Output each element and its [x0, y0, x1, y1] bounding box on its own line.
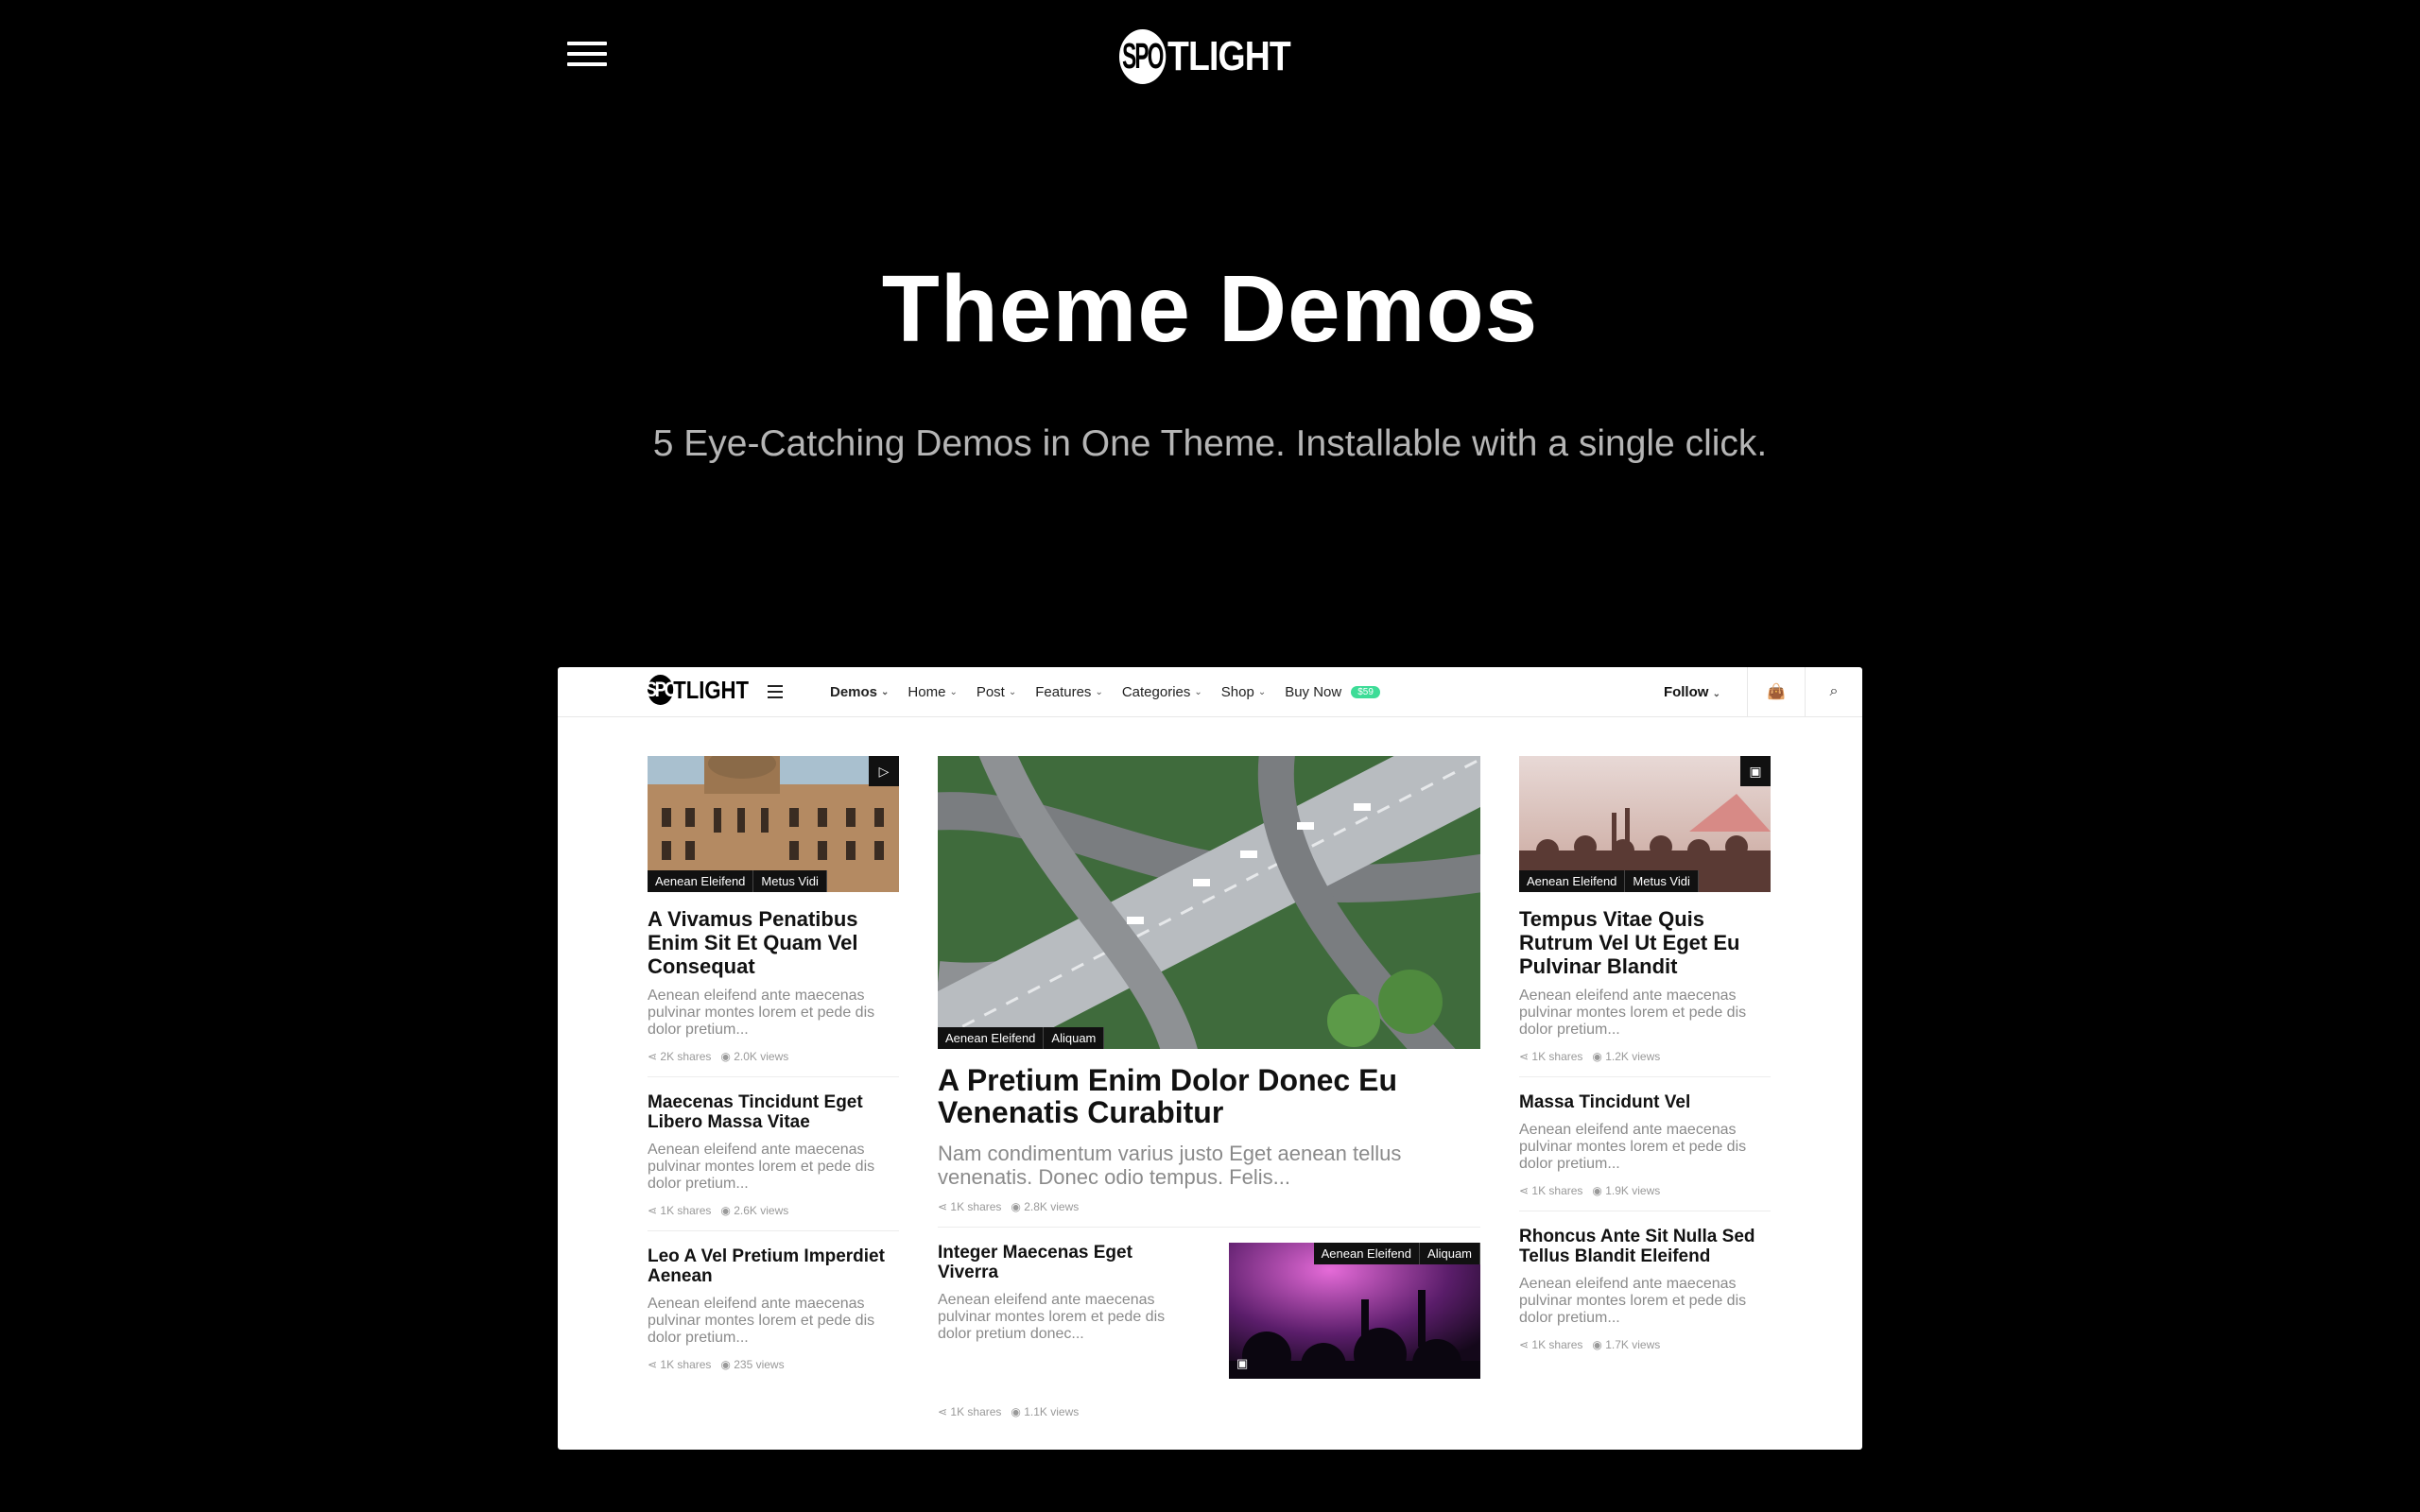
article-excerpt: Aenean eleifend ante maecenas pulvinar m…	[648, 988, 875, 1038]
tag[interactable]: Aenean Eleifend	[1519, 870, 1626, 892]
page-title: Theme Demos	[881, 256, 1539, 362]
tag[interactable]: Aenean Eleifend	[938, 1027, 1045, 1049]
chevron-down-icon: ⌄	[1194, 686, 1202, 697]
share-icon: ⋖ 1K shares	[1519, 1338, 1583, 1351]
article-excerpt: Aenean eleifend ante maecenas pulvinar m…	[648, 1296, 875, 1346]
cart-icon[interactable]: 👜	[1747, 667, 1805, 716]
logo-mark: SPO	[1119, 29, 1167, 84]
chevron-down-icon: ⌄	[1095, 686, 1103, 697]
preview-logo[interactable]: SPO TLIGHT	[646, 675, 749, 705]
share-icon: ⋖ 1K shares	[938, 1405, 1002, 1418]
nav-shop[interactable]: Shop ⌄	[1221, 684, 1266, 700]
gallery-icon: ▣	[1740, 756, 1771, 786]
article-excerpt: Aenean eleifend ante maecenas pulvinar m…	[1519, 1276, 1747, 1326]
article-meta: ⋖ 1K shares ◉ 2.8K views	[938, 1200, 1480, 1213]
eye-icon: ◉ 235 views	[720, 1358, 785, 1371]
top-bar: SPO TLIGHT	[0, 0, 2420, 113]
gallery-icon: ▣	[1236, 1356, 1249, 1370]
preview-nav-right: Follow ⌄ 👜 ⌕	[1664, 667, 1862, 716]
chevron-down-icon: ⌄	[1257, 686, 1267, 697]
highway-image	[938, 756, 1480, 1049]
nav-post[interactable]: Post ⌄	[977, 684, 1016, 700]
article-meta: ⋖ 1K shares ◉ 2.6K views	[648, 1204, 899, 1217]
share-icon: ⋖ 1K shares	[938, 1200, 1002, 1213]
article-excerpt: Aenean eleifend ante maecenas pulvinar m…	[1519, 1122, 1747, 1172]
eye-icon: ◉ 1.1K views	[1011, 1405, 1080, 1418]
eye-icon: ◉ 1.2K views	[1592, 1050, 1661, 1063]
article-title[interactable]: Leo A Vel Pretium Imperdiet Aenean	[648, 1246, 899, 1286]
demo-preview[interactable]: SPO TLIGHT Demos ⌄ Home ⌄ Post ⌄ Features ⌄ C…	[558, 667, 1862, 1450]
article-meta: ⋖ 1K shares ◉ 235 views	[648, 1358, 899, 1371]
article-title[interactable]: Integer Maecenas Eget Viverra	[938, 1243, 1184, 1282]
sub-article: Integer Maecenas Eget Viverra Aenean ele…	[938, 1243, 1480, 1418]
chevron-down-icon: ⌄	[881, 686, 890, 697]
tag[interactable]: Aenean Eleifend	[1313, 1243, 1421, 1264]
play-icon: ▷	[869, 756, 899, 786]
page-subtitle: 5 Eye-Catching Demos in One Theme. Insta…	[652, 423, 1768, 464]
eye-icon: ◉ 1.9K views	[1592, 1184, 1661, 1197]
tag[interactable]: Metus Vidi	[753, 870, 827, 892]
nav-home[interactable]: Home ⌄	[908, 684, 957, 700]
tag-group: Aenean Eleifend Metus Vidi	[1519, 870, 1699, 892]
article-title[interactable]: Massa Tincidunt Vel	[1519, 1092, 1771, 1112]
eye-icon: ◉ 1.7K views	[1592, 1338, 1661, 1351]
article-thumb[interactable]: ▣ Aenean Eleifend Metus Vidi	[1519, 756, 1771, 892]
tag[interactable]: Aliquam	[1044, 1027, 1105, 1049]
nav-buy-now[interactable]: Buy Now $59	[1285, 684, 1380, 700]
tag-group: Aenean Eleifend Aliquam	[938, 1027, 1105, 1049]
share-icon: ⋖ 2K shares	[648, 1050, 712, 1063]
tag[interactable]: Metus Vidi	[1625, 870, 1699, 892]
tag-group: Aenean Eleifend Metus Vidi	[648, 870, 827, 892]
featured-thumb[interactable]: Aenean Eleifend Aliquam	[938, 756, 1480, 1049]
eye-icon: ◉ 2.6K views	[720, 1204, 789, 1217]
nav-demos[interactable]: Demos ⌄	[830, 684, 889, 700]
eye-icon: ◉ 2.0K views	[720, 1050, 789, 1063]
concert-thumb[interactable]: Aenean Eleifend Aliquam ▣	[1229, 1243, 1480, 1379]
price-badge: $59	[1351, 685, 1380, 698]
chevron-down-icon: ⌄	[1712, 688, 1720, 699]
article-thumb[interactable]: ▷ Aenean Eleifend Metus Vidi	[648, 756, 899, 892]
nav-features[interactable]: Features ⌄	[1035, 684, 1103, 700]
site-logo[interactable]: SPO TLIGHT	[1119, 28, 1291, 85]
chevron-down-icon: ⌄	[1008, 686, 1017, 697]
share-icon: ⋖ 1K shares	[1519, 1184, 1583, 1197]
article-excerpt: Aenean eleifend ante maecenas pulvinar m…	[648, 1142, 875, 1192]
right-column: ▣ Aenean Eleifend Metus Vidi Tempus Vita…	[1519, 756, 1771, 1351]
article-meta: ⋖ 1K shares ◉ 1.2K views	[1519, 1050, 1771, 1063]
tag-group: Aenean Eleifend Aliquam	[1313, 1243, 1480, 1264]
article-meta: ⋖ 2K shares ◉ 2.0K views	[648, 1050, 899, 1063]
tag[interactable]: Aliquam	[1420, 1243, 1480, 1264]
follow-button[interactable]: Follow ⌄	[1664, 684, 1720, 700]
article-meta: ⋖ 1K shares ◉ 1.1K views	[938, 1405, 1079, 1418]
share-icon: ⋖ 1K shares	[648, 1358, 712, 1371]
featured-title[interactable]: A Pretium Enim Dolor Donec Eu Venenatis …	[938, 1064, 1480, 1128]
hamburger-icon[interactable]	[567, 42, 607, 70]
center-column: Aenean Eleifend Aliquam A Pretium Enim D…	[938, 756, 1480, 1418]
preview-menu-icon[interactable]	[768, 685, 783, 702]
tag[interactable]: Aenean Eleifend	[648, 870, 754, 892]
article-meta: ⋖ 1K shares ◉ 1.7K views	[1519, 1338, 1771, 1351]
article-title[interactable]: Rhoncus Ante Sit Nulla Sed Tellus Blandi…	[1519, 1227, 1771, 1266]
article-title[interactable]: A Vivamus Penatibus Enim Sit Et Quam Vel…	[648, 907, 899, 978]
logo-text: TLIGHT	[1167, 33, 1291, 79]
featured-excerpt: Nam condimentum varius justo Eget aenean…	[938, 1142, 1402, 1189]
preview-nav: SPO TLIGHT Demos ⌄ Home ⌄ Post ⌄ Features ⌄ C…	[558, 667, 1862, 717]
preview-menu: Demos ⌄ Home ⌄ Post ⌄ Features ⌄ Categories ⌄…	[830, 667, 1399, 716]
search-icon[interactable]: ⌕	[1805, 667, 1862, 716]
nav-categories[interactable]: Categories ⌄	[1122, 684, 1202, 700]
chevron-down-icon: ⌄	[949, 686, 958, 697]
left-column: ▷ Aenean Eleifend Metus Vidi A Vivamus P…	[648, 756, 899, 1371]
article-meta: ⋖ 1K shares ◉ 1.9K views	[1519, 1184, 1771, 1197]
eye-icon: ◉ 2.8K views	[1011, 1200, 1080, 1213]
article-title[interactable]: Tempus Vitae Quis Rutrum Vel Ut Eget Eu …	[1519, 907, 1771, 978]
share-icon: ⋖ 1K shares	[648, 1204, 712, 1217]
article-title[interactable]: Maecenas Tincidunt Eget Libero Massa Vit…	[648, 1092, 899, 1132]
article-excerpt: Aenean eleifend ante maecenas pulvinar m…	[1519, 988, 1747, 1038]
article-excerpt: Aenean eleifend ante maecenas pulvinar m…	[938, 1292, 1166, 1342]
share-icon: ⋖ 1K shares	[1519, 1050, 1583, 1063]
